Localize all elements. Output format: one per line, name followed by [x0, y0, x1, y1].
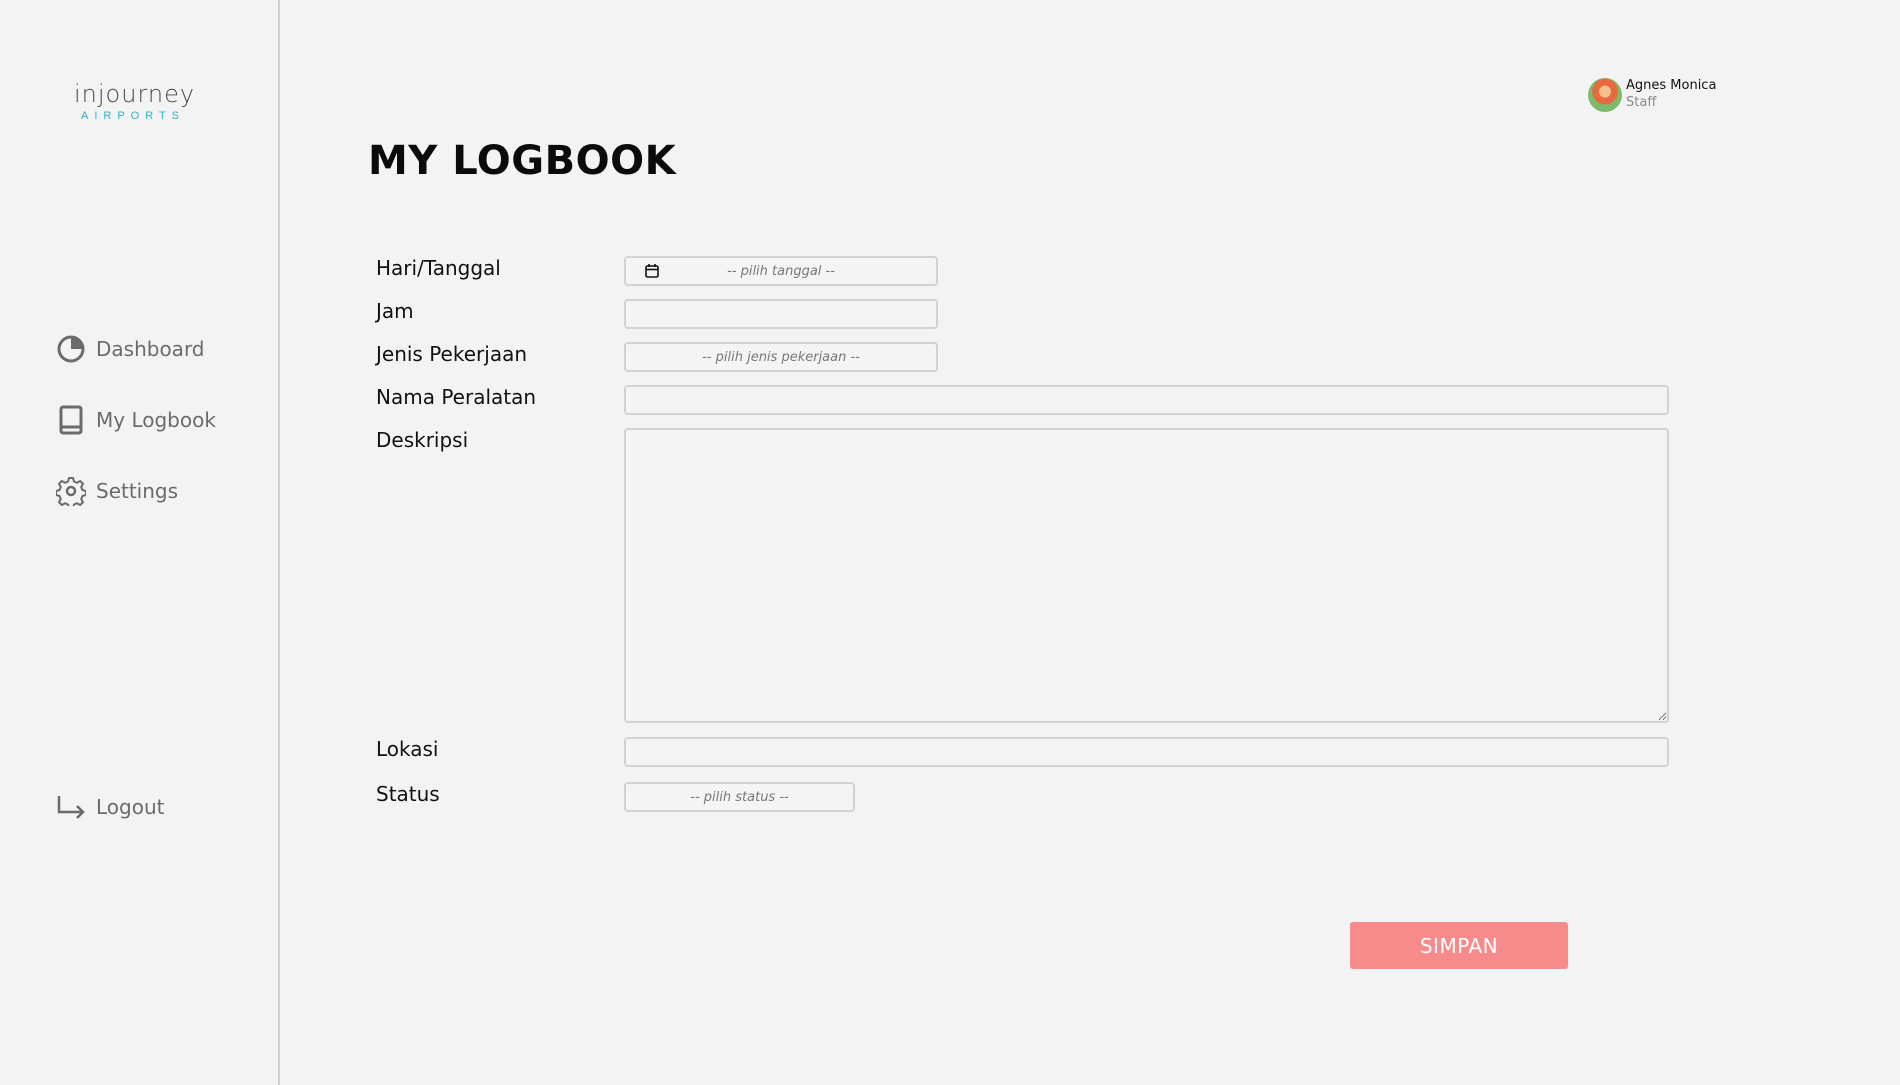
- avatar: [1588, 78, 1622, 112]
- brand-sub: AIRPORTS: [80, 110, 186, 122]
- description-label: Deskripsi: [376, 428, 469, 452]
- location-label: Lokasi: [376, 737, 439, 761]
- save-button[interactable]: SIMPAN: [1350, 922, 1568, 969]
- book-icon: [59, 405, 83, 435]
- description-field[interactable]: [624, 428, 1669, 723]
- work-type-label: Jenis Pekerjaan: [376, 342, 528, 366]
- sidebar-item-my-logbook[interactable]: My Logbook: [56, 403, 216, 437]
- date-picker[interactable]: -- pilih tanggal --: [624, 256, 938, 286]
- user-role: Staff: [1626, 95, 1657, 110]
- status-label: Status: [376, 782, 440, 806]
- equipment-field[interactable]: [624, 385, 1669, 415]
- equipment-input[interactable]: [626, 387, 1667, 413]
- time-input[interactable]: [626, 301, 936, 327]
- work-type-placeholder: -- pilih jenis pekerjaan --: [702, 349, 860, 365]
- logout-arrow-icon: [57, 796, 85, 819]
- status-select[interactable]: -- pilih status --: [624, 782, 855, 812]
- logout-button[interactable]: Logout: [56, 790, 164, 824]
- sidebar-item-label: Dashboard: [96, 337, 205, 361]
- user-name: Agnes Monica: [1626, 78, 1717, 93]
- logout-label: Logout: [96, 795, 165, 819]
- sidebar-item-label: Settings: [96, 479, 179, 503]
- date-label: Hari/Tanggal: [376, 256, 501, 280]
- location-input[interactable]: [626, 739, 1667, 765]
- sidebar-item-settings[interactable]: Settings: [56, 474, 178, 508]
- sidebar-item-label: My Logbook: [96, 408, 216, 432]
- user-profile[interactable]: Agnes Monica Staff: [1588, 78, 1716, 112]
- status-placeholder: -- pilih status --: [690, 789, 789, 805]
- time-label: Jam: [376, 299, 414, 323]
- location-field[interactable]: [624, 737, 1669, 767]
- gear-icon: [56, 477, 86, 506]
- brand-name: injourney: [74, 80, 196, 108]
- pie-chart-icon: [57, 335, 85, 363]
- date-placeholder: -- pilih tanggal --: [727, 263, 835, 279]
- brand-logo[interactable]: injourney AIRPORTS: [74, 80, 196, 122]
- sidebar-item-dashboard[interactable]: Dashboard: [56, 332, 205, 366]
- description-textarea[interactable]: [626, 430, 1667, 721]
- equipment-label: Nama Peralatan: [376, 385, 537, 409]
- page-title: MY LOGBOOK: [368, 138, 677, 184]
- time-field[interactable]: [624, 299, 938, 329]
- work-type-select[interactable]: -- pilih jenis pekerjaan --: [624, 342, 938, 372]
- sidebar: injourney AIRPORTS Dashboard My Logbook …: [0, 0, 280, 1085]
